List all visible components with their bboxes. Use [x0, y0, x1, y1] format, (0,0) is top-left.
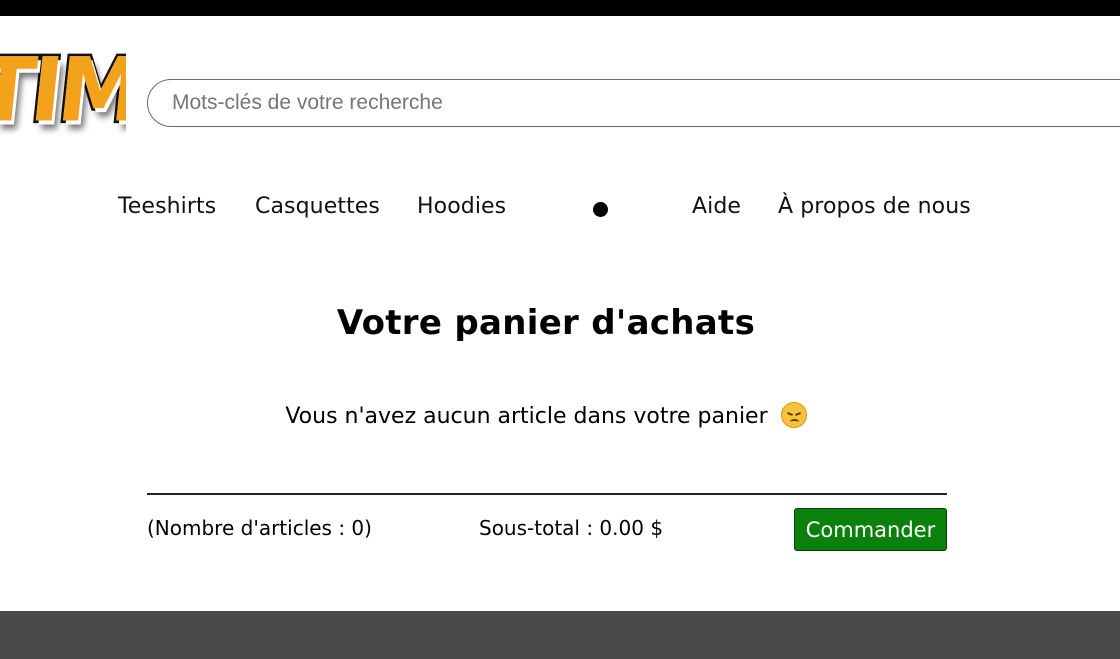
subtotal: Sous-total : 0.00 $	[479, 516, 664, 540]
nav-item-teeshirts[interactable]: Teeshirts	[118, 194, 216, 219]
pensive-face-icon	[780, 402, 807, 428]
nav-item-hoodies[interactable]: Hoodies	[417, 194, 506, 219]
search-input[interactable]	[172, 80, 1072, 126]
page-title: Votre panier d'achats	[336, 303, 756, 343]
top-bar	[0, 0, 1120, 16]
nav-dot-icon	[593, 202, 608, 217]
nav-item-casquettes[interactable]: Casquettes	[255, 194, 380, 219]
checkout-button[interactable]: Commander	[794, 508, 947, 551]
empty-cart-message: Vous n'avez aucun article dans votre pan…	[0, 402, 1092, 429]
main-nav: Teeshirts Casquettes Hoodies Aide À prop…	[0, 194, 1120, 228]
footer	[0, 611, 1120, 659]
cart-divider	[147, 493, 947, 495]
search-bar[interactable]	[147, 79, 1120, 127]
site-logo[interactable]: TIM	[0, 44, 126, 150]
logo-text: TIM	[0, 44, 126, 144]
empty-cart-text: Vous n'avez aucun article dans votre pan…	[285, 404, 768, 429]
item-count: (Nombre d'articles : 0)	[147, 516, 372, 540]
nav-item-about[interactable]: À propos de nous	[778, 194, 971, 219]
nav-item-aide[interactable]: Aide	[692, 194, 741, 219]
